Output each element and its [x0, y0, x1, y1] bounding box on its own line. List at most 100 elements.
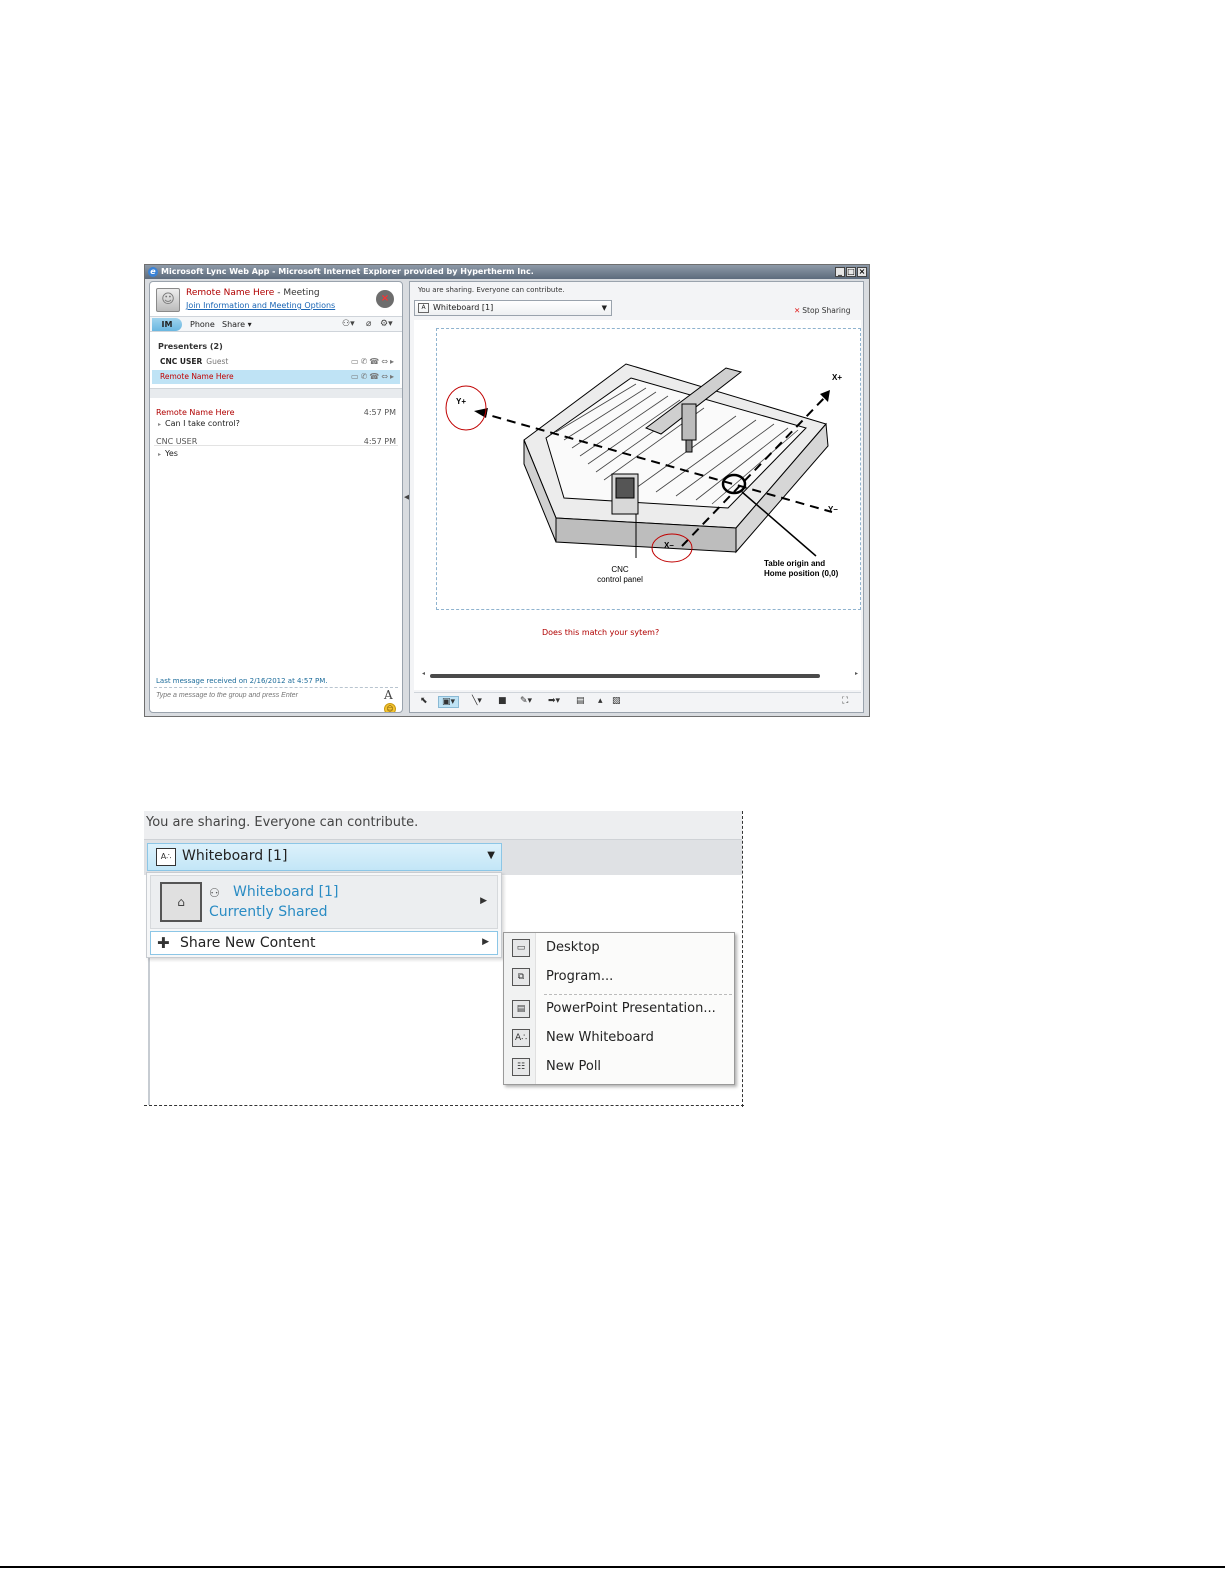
chevron-down-icon: ▼ [487, 850, 495, 861]
menu-item-new-whiteboard[interactable]: A∴ New Whiteboard [504, 1025, 734, 1051]
arrow-tool-icon[interactable]: ➡▾ [548, 696, 560, 706]
window-title: Microsoft Lync Web App - Microsoft Inter… [161, 267, 534, 276]
menu-item-label: PowerPoint Presentation... [546, 1001, 716, 1016]
people-icon: ⚇ [209, 886, 220, 900]
menu-separator [544, 994, 732, 995]
content-dropdown[interactable]: A Whiteboard [1] ▼ [414, 300, 612, 316]
text-tool-icon[interactable]: ▤ [576, 696, 585, 706]
close-button[interactable]: × [857, 267, 867, 277]
presenter-name: CNC USER [160, 357, 203, 366]
menu-item-program[interactable]: ⧉ Program... [504, 964, 734, 990]
chat-divider[interactable] [150, 388, 402, 398]
plus-icon: ✚ [157, 934, 170, 952]
menu-item-label: Program... [546, 969, 614, 984]
image-tool-icon[interactable]: ▧ [612, 696, 621, 706]
attachment-icon[interactable]: ⌀ [366, 319, 371, 329]
lync-window: e Microsoft Lync Web App - Microsoft Int… [144, 264, 870, 717]
modality-bar: IM Phone Share ▾ ⚇▾ ⌀ ⚙▾ [150, 316, 402, 332]
presenter-row[interactable]: CNC USER Guest ▭✆☎⇔▸ [152, 355, 400, 369]
y-plus-label: Y+ [456, 397, 466, 406]
sharing-banner: You are sharing. Everyone can contribute… [144, 811, 742, 839]
whiteboard-question: Does this match your sytem? [542, 628, 660, 637]
cnc-table-drawing: Y+ X+ Y– X– Table origin and Home positi… [445, 363, 842, 584]
more-tools-icon[interactable]: ▴ [598, 696, 603, 706]
pen-tool-icon[interactable]: ✎▾ [520, 696, 532, 706]
tab-im[interactable]: IM [152, 318, 182, 331]
tab-share[interactable]: Share ▾ [222, 320, 252, 329]
y-plus-circle [445, 385, 487, 431]
cnc-label-line2: control panel [597, 575, 643, 584]
minimize-button[interactable]: _ [835, 267, 845, 277]
menu-item-label: New Whiteboard [546, 1030, 654, 1045]
scroll-right-icon[interactable]: ▸ [855, 670, 858, 677]
color-tool-icon[interactable]: ■ [498, 696, 507, 706]
chat-time: 4:57 PM [363, 437, 396, 446]
menu-item-new-poll[interactable]: ☷ New Poll [504, 1054, 734, 1080]
fullscreen-icon[interactable]: ⛶ [842, 696, 848, 706]
desktop-icon: ▭ [512, 939, 530, 957]
select-tool-icon[interactable]: ⬉ [420, 696, 428, 706]
current-content-item[interactable]: ⌂ ⚇ Whiteboard [1] Currently Shared ▶ [150, 875, 498, 929]
emoticon-icon[interactable]: ☺ [384, 703, 396, 712]
content-dropdown-label: Whiteboard [1] [433, 303, 494, 312]
share-new-content-item[interactable]: ✚ Share New Content ▶ [150, 931, 498, 955]
scroll-thumb[interactable] [430, 674, 820, 678]
program-icon: ⧉ [512, 968, 530, 986]
conversation-title: Remote Name Here - Meeting [186, 288, 320, 298]
maximize-button[interactable]: □ [846, 267, 856, 277]
last-message-status: Last message received on 2/16/2012 at 4:… [156, 677, 328, 685]
tab-phone[interactable]: Phone [190, 320, 215, 329]
line-tool-icon[interactable]: ╲▾ [472, 696, 482, 706]
scroll-left-icon[interactable]: ◂ [422, 670, 425, 677]
x-minus-label: X– [664, 541, 674, 550]
font-icon[interactable]: A [384, 688, 393, 702]
whiteboard-icon: A∴ [512, 1029, 530, 1047]
whiteboard-canvas[interactable]: Y+ X+ Y– X– Table origin and Home positi… [414, 320, 861, 690]
chevron-right-icon: ▶ [482, 937, 489, 947]
powerpoint-icon: ▤ [512, 1000, 530, 1018]
people-options-icon[interactable]: ⚇▾ [342, 319, 355, 329]
presenter-row[interactable]: Remote Name Here ▭✆☎⇔▸ [152, 370, 400, 384]
chat-sender: CNC USER [156, 437, 198, 446]
content-dropdown[interactable]: A∴ Whiteboard [1] ▼ [147, 843, 502, 871]
share-menu-closeup: You are sharing. Everyone can contribute… [144, 811, 744, 1107]
menu-item-desktop[interactable]: ▭ Desktop [504, 935, 734, 961]
horizontal-scrollbar[interactable]: ◂ ▸ [422, 670, 858, 679]
chevron-right-icon: ▶ [480, 896, 487, 906]
share-new-content-label: Share New Content [180, 935, 316, 951]
chat-message: ▸ Can I take control? [158, 419, 240, 428]
sharing-status: You are sharing. Everyone can contribute… [146, 815, 419, 830]
presenter-role: Guest [206, 357, 229, 366]
divider [154, 687, 398, 688]
chat-sender: Remote Name Here [156, 408, 235, 417]
y-minus-label: Y– [828, 505, 838, 514]
page-footer-rule [0, 1566, 1225, 1568]
bullet-icon: ▸ [158, 421, 162, 428]
chat-text: Can I take control? [165, 419, 240, 428]
cnc-label-line1: CNC [611, 565, 629, 574]
menu-item-label: New Poll [546, 1059, 602, 1074]
x-plus-label: X+ [832, 373, 842, 382]
stage-panel: You are sharing. Everyone can contribute… [409, 281, 864, 713]
current-content-status: Currently Shared [209, 904, 328, 920]
chat-time: 4:57 PM [363, 408, 396, 417]
stamp-tool-icon[interactable]: ▣▾ [438, 696, 460, 708]
current-content-title: Whiteboard [1] [233, 884, 339, 900]
title-bar: e Microsoft Lync Web App - Microsoft Int… [145, 265, 869, 279]
presenters-heading: Presenters (2) [158, 342, 223, 351]
meeting-label: Meeting [283, 288, 320, 298]
settings-icon[interactable]: ⚙▾ [380, 319, 393, 329]
presenter-actions-icon[interactable]: ▭✆☎⇔▸ [351, 370, 396, 384]
conversation-panel: ☺ Remote Name Here - Meeting Join Inform… [149, 281, 403, 713]
join-info-link[interactable]: Join Information and Meeting Options [186, 301, 335, 310]
origin-label-line1: Table origin and [764, 559, 825, 568]
menu-item-label: Desktop [546, 940, 600, 955]
stop-sharing-button[interactable]: ✕ Stop Sharing [794, 306, 851, 315]
origin-label-line2: Home position (0,0) [764, 569, 839, 578]
leave-meeting-icon[interactable]: × [376, 290, 394, 308]
menu-item-powerpoint[interactable]: ▤ PowerPoint Presentation... [504, 996, 734, 1022]
ie-icon: e [148, 267, 158, 277]
presenter-actions-icon[interactable]: ▭✆☎⇔▸ [351, 355, 396, 369]
message-input[interactable] [156, 692, 346, 699]
title-separator: - [274, 288, 284, 298]
